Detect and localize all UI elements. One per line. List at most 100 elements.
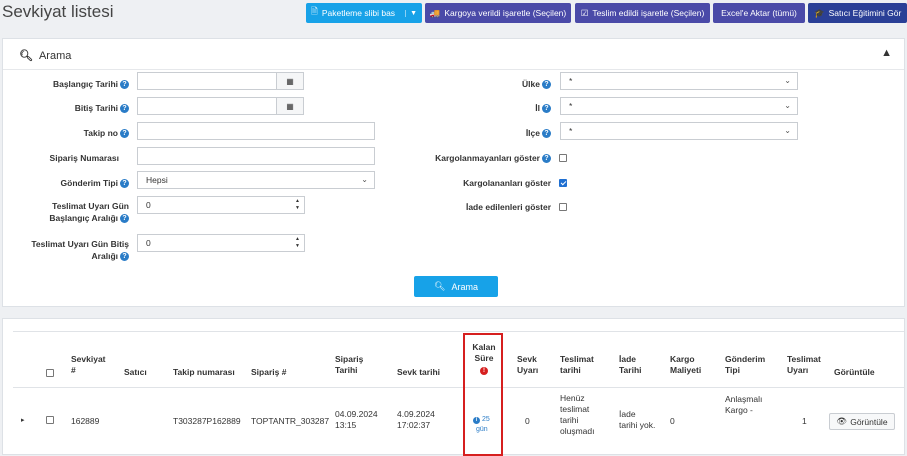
bitis-tarihi-input[interactable] (137, 97, 277, 115)
kargolanmayan-label: Kargolanmayanları göster? (423, 152, 551, 164)
help-icon[interactable]: ? (542, 154, 551, 164)
iade-edilen-checkbox[interactable] (559, 203, 567, 211)
gonderim-tipi-select[interactable]: Hepsi ⌄ (137, 171, 375, 189)
help-icon[interactable]: ? (542, 104, 551, 114)
kargolanan-checkbox[interactable] (559, 179, 567, 187)
takip-no-input[interactable] (137, 122, 375, 140)
paketleme-slibi-button[interactable]: 🗎 Paketleme slibi bas ▼ (306, 3, 422, 23)
uyari-baslangic-input[interactable]: 0 ▲ ▼ (137, 196, 305, 214)
il-label: İl? (443, 102, 551, 114)
teslim-edildi-label: Teslim edildi işaretle (Seçilen) (592, 8, 705, 18)
arama-button[interactable]: 🔍︎ Arama (414, 276, 498, 297)
th-gonderim-2: Tipi (725, 365, 740, 375)
satici-egitimi-button[interactable]: 🎓 Satıcı Eğitimini Gör (808, 3, 907, 23)
uyari-bitis-input[interactable]: 0 ▲ ▼ (137, 234, 305, 252)
expand-row-icon[interactable]: ▸ (21, 415, 25, 426)
kargoya-verildi-button[interactable]: 🚚 Kargoya verildi işaretle (Seçilen) (425, 3, 571, 23)
help-icon[interactable]: ? (120, 104, 129, 114)
th-kargo-maliyeti: Kargo Maliyeti (670, 354, 701, 376)
chevron-down-icon: ⌄ (361, 175, 368, 184)
kargolanmayan-text: Kargolanmayanları göster (435, 153, 540, 163)
help-icon[interactable]: ? (120, 252, 129, 262)
select-all-checkbox[interactable] (46, 369, 54, 377)
th-iade-tarihi: İade Tarihi (619, 354, 642, 376)
help-icon[interactable]: ? (120, 179, 129, 189)
eye-icon: 👁 (836, 416, 848, 426)
stepper-icon[interactable]: ▲ ▼ (295, 198, 300, 212)
help-icon[interactable]: ? (542, 129, 551, 139)
th-teslimat-tarihi: Teslimat tarihi (560, 354, 594, 376)
th-sevkiyat: Sevkiyat # (71, 354, 106, 376)
baslangic-tarihi-text: Başlangıç Tarihi (52, 79, 118, 89)
cell-teslimat-uyari: 1 (802, 416, 807, 426)
uyari-baslangic-value: 0 (146, 200, 151, 210)
search-panel-header: 🔍︎ Arama (19, 49, 71, 63)
th-sevk-uyari: Sevk Uyarı (517, 354, 538, 376)
cell-teslimat-tarihi: Henüz teslimat tarihi oluşmadı (560, 393, 595, 437)
ilce-select[interactable]: * ⌄ (560, 122, 798, 140)
takip-no-text: Takip no (83, 128, 118, 138)
cell-gonderim-tipi: Anlaşmalı Kargo - (725, 394, 762, 416)
th-teslimat-uyari: Teslimat Uyarı (787, 354, 821, 376)
ulke-value: * (569, 76, 573, 86)
th-sevkiyat-2: # (71, 365, 76, 375)
chevron-down-icon: ⌄ (784, 76, 791, 85)
cell-teslimat-3: tarihi (560, 415, 579, 425)
takip-no-label: Takip no? (23, 127, 129, 139)
help-icon[interactable]: ? (120, 214, 129, 224)
ulke-text: Ülke (522, 79, 540, 89)
th-iade-2: Tarihi (619, 365, 642, 375)
ilce-label: İlçe? (443, 127, 551, 139)
cell-sevk-tarihi: 4.09.2024 17:02:37 (397, 409, 435, 431)
row-checkbox[interactable] (46, 416, 54, 424)
th-iade-1: İade (619, 354, 637, 364)
bitis-tarihi-label: Bitiş Tarihi? (23, 102, 129, 114)
goruntule-button-label: Görüntüle (850, 416, 888, 427)
help-icon[interactable]: ? (120, 129, 129, 139)
th-siparis-tarihi-1: Sipariş (335, 354, 364, 364)
th-siparis-tarihi: Sipariş Tarihi (335, 354, 363, 376)
help-icon[interactable]: ? (120, 80, 129, 90)
th-satici: Satıcı (124, 367, 147, 377)
th-gonderim-1: Gönderim (725, 354, 766, 364)
excel-export-button[interactable]: Excel'e Aktar (tümü) (713, 3, 805, 23)
teslim-edildi-button[interactable]: ☑ Teslim edildi işaretle (Seçilen) (575, 3, 710, 23)
cell-siparis-tarihi: 04.09.2024 13:15 (335, 409, 378, 431)
arama-button-label: Arama (451, 281, 478, 292)
cell-sevk-tarihi-2: 17:02:37 (397, 420, 431, 430)
cell-iade-1: İade (619, 409, 636, 419)
siparis-numarasi-input[interactable] (137, 147, 375, 165)
chevron-down-icon: ⌄ (784, 126, 791, 135)
chevron-up-icon[interactable]: ▲ (881, 47, 892, 59)
calendar-icon[interactable]: ▦ (276, 97, 304, 115)
cell-sevk-uyari: 0 (525, 416, 530, 426)
iade-edilen-label: İade edilenleri göster (465, 202, 551, 212)
gonderim-tipi-value: Hepsi (146, 175, 168, 185)
goruntule-button[interactable]: 👁 Görüntüle (829, 413, 895, 430)
truck-icon: 🚚 (429, 7, 441, 18)
cell-sevkiyat[interactable]: 162889 (71, 416, 99, 427)
search-divider (3, 69, 904, 70)
il-text: İl (535, 103, 540, 113)
cell-teslimat-2: teslimat (560, 404, 590, 414)
cell-iade-2: tarihi yok. (619, 420, 656, 430)
cell-sevk-tarihi-1: 4.09.2024 (397, 409, 435, 419)
th-sevk-tarihi: Sevk tarihi (397, 367, 440, 377)
page-title: Sevkiyat listesi (2, 2, 114, 21)
kargolanmayan-checkbox[interactable] (559, 154, 567, 162)
paketleme-slibi-label: Paketleme slibi bas (321, 8, 396, 18)
help-icon[interactable]: ? (542, 80, 551, 90)
caret-down-icon[interactable]: ▼ (405, 9, 417, 17)
il-value: * (569, 101, 573, 111)
ulke-select[interactable]: * ⌄ (560, 72, 798, 90)
cell-siparis-tarihi-1: 04.09.2024 (335, 409, 378, 419)
cell-kargo-maliyeti: 0 (670, 416, 675, 426)
th-teslimat-2: tarihi (560, 365, 581, 375)
baslangic-tarihi-input[interactable] (137, 72, 277, 90)
calendar-icon[interactable]: ▦ (276, 72, 304, 90)
il-select[interactable]: * ⌄ (560, 97, 798, 115)
results-table: Sevkiyat # Satıcı Takip numarası Sipariş… (2, 318, 905, 456)
uyari-bitis-text-2: Aralığı (91, 251, 118, 261)
stepper-icon[interactable]: ▲ ▼ (295, 236, 300, 250)
cell-gonderim-1: Anlaşmalı (725, 394, 763, 404)
